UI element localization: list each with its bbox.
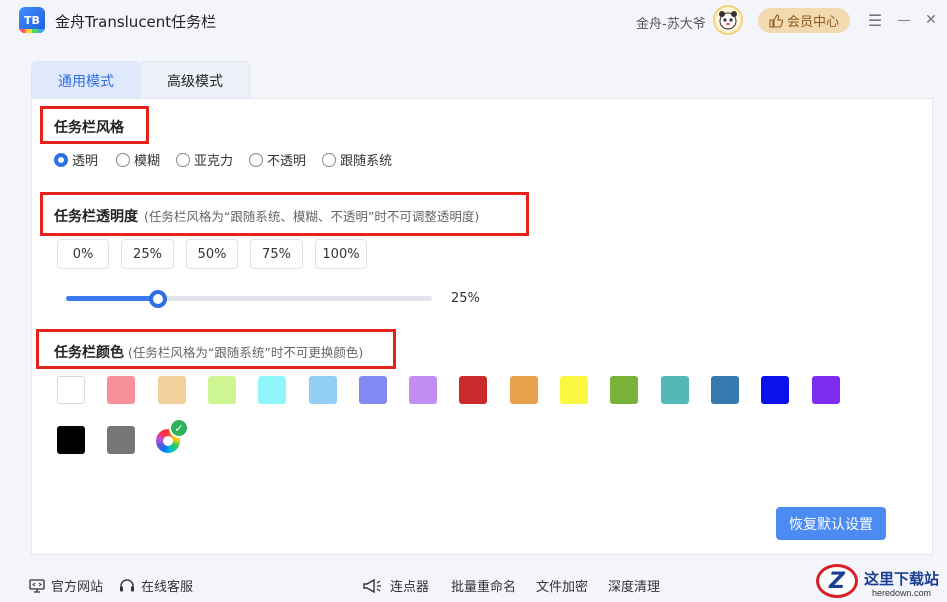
color-swatch[interactable] <box>57 376 85 404</box>
radio-transparent[interactable]: 透明 <box>54 150 98 169</box>
opacity-preset-50[interactable]: 50% <box>186 239 238 269</box>
radio-blur[interactable]: 模糊 <box>116 150 160 169</box>
opacity-preset-0[interactable]: 0% <box>57 239 109 269</box>
heredown-logo-icon: Z <box>816 564 858 598</box>
color-swatch[interactable] <box>359 376 387 404</box>
radio-dot <box>176 152 191 167</box>
color-swatch[interactable] <box>661 376 689 404</box>
footer-website-link[interactable]: 官方网站 <box>29 576 103 595</box>
opacity-slider-fill <box>66 296 158 301</box>
minimize-button[interactable]: — <box>893 8 915 32</box>
color-swatch[interactable] <box>409 376 437 404</box>
footer-service-label: 在线客服 <box>141 580 194 595</box>
color-swatch[interactable] <box>258 376 286 404</box>
color-swatch[interactable] <box>510 376 538 404</box>
megaphone-icon <box>363 578 381 593</box>
color-swatch[interactable] <box>610 376 638 404</box>
footer-service-link[interactable]: 在线客服 <box>119 576 193 595</box>
color-swatch[interactable] <box>711 376 739 404</box>
tab-general-mode[interactable]: 通用模式 <box>31 61 141 99</box>
color-swatch[interactable] <box>208 376 236 404</box>
footer-encrypt-link[interactable]: 文件加密 <box>536 576 588 595</box>
radio-acrylic[interactable]: 亚克力 <box>176 150 233 169</box>
thumbs-up-icon <box>769 13 783 28</box>
watermark-title: 这里下载站 <box>864 570 940 588</box>
headset-icon <box>120 578 134 591</box>
radio-dot <box>54 152 68 167</box>
radio-label: 亚克力 <box>194 154 234 169</box>
color-swatch[interactable] <box>57 426 85 454</box>
radio-follow-system[interactable]: 跟随系统 <box>322 150 392 169</box>
title-bar: TB 金舟Translucent任务栏 金舟-苏大爷 会员中心 ☰ — ✕ <box>0 0 947 42</box>
tab-advanced-mode[interactable]: 高级模式 <box>140 61 250 99</box>
opacity-section-title: 任务栏透明度 (任务栏风格为“跟随系统、模糊、不透明”时不可调整透明度) <box>54 206 479 226</box>
app-logo-text: TB <box>24 13 40 27</box>
panda-avatar-icon <box>719 11 737 30</box>
color-swatch[interactable] <box>107 426 135 454</box>
checkmark-icon: ✓ <box>169 418 189 438</box>
close-button[interactable]: ✕ <box>920 8 942 32</box>
opacity-slider-thumb[interactable] <box>149 290 167 308</box>
style-section-title: 任务栏风格 <box>54 120 124 136</box>
color-swatch[interactable] <box>560 376 588 404</box>
monitor-icon <box>29 578 45 593</box>
color-swatch[interactable] <box>107 376 135 404</box>
opacity-preset-75[interactable]: 75% <box>250 239 303 269</box>
color-title-text: 任务栏颜色 <box>54 345 124 361</box>
opacity-note: (任务栏风格为“跟随系统、模糊、不透明”时不可调整透明度) <box>144 209 480 224</box>
radio-dot <box>116 152 131 167</box>
heredown-watermark: Z 这里下载站 heredown.com <box>812 562 947 602</box>
footer-clicker-label: 连点器 <box>390 580 430 595</box>
color-swatch[interactable] <box>761 376 789 404</box>
color-swatch[interactable] <box>158 376 186 404</box>
footer-clicker-link[interactable]: 连点器 <box>362 576 429 595</box>
vip-center-button[interactable]: 会员中心 <box>758 8 850 33</box>
radio-dot <box>322 152 337 167</box>
opacity-value: 25% <box>451 291 480 306</box>
opacity-slider-track[interactable] <box>66 296 432 301</box>
color-section-title: 任务栏颜色 (任务栏风格为“跟随系统”时不可更换颜色) <box>54 342 363 362</box>
watermark-url: heredown.com <box>872 588 932 598</box>
color-swatch[interactable] <box>812 376 840 404</box>
style-radio-group: 透明 模糊 亚克力 不透明 跟随系统 <box>54 150 408 169</box>
menu-button[interactable]: ☰ <box>864 8 886 32</box>
radio-opaque[interactable]: 不透明 <box>249 150 306 169</box>
radio-label: 不透明 <box>267 154 307 169</box>
radio-label: 透明 <box>72 154 99 169</box>
radio-label: 跟随系统 <box>340 154 393 169</box>
reset-defaults-button[interactable]: 恢复默认设置 <box>776 507 886 540</box>
opacity-preset-25[interactable]: 25% <box>121 239 174 269</box>
radio-dot <box>249 152 264 167</box>
opacity-title-text: 任务栏透明度 <box>54 209 138 225</box>
vip-center-label: 会员中心 <box>786 15 839 30</box>
color-swatch[interactable] <box>459 376 487 404</box>
opacity-preset-100[interactable]: 100% <box>315 239 367 269</box>
user-name[interactable]: 金舟-苏大爷 <box>636 13 706 32</box>
app-logo-icon: TB <box>19 7 45 33</box>
avatar[interactable] <box>713 5 743 35</box>
app-title: 金舟Translucent任务栏 <box>55 13 217 31</box>
footer-clean-link[interactable]: 深度清理 <box>608 576 660 595</box>
radio-label: 模糊 <box>134 154 161 169</box>
color-swatch[interactable] <box>309 376 337 404</box>
footer-rename-link[interactable]: 批量重命名 <box>451 576 516 595</box>
footer-website-label: 官方网站 <box>51 580 104 595</box>
color-note: (任务栏风格为“跟随系统”时不可更换颜色) <box>128 345 364 360</box>
